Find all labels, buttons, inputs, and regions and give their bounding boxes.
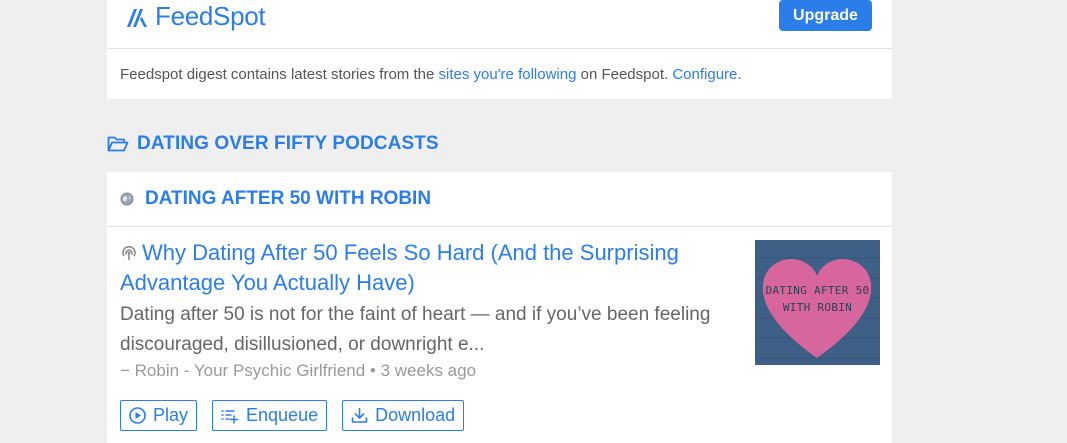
play-circle-icon	[129, 407, 146, 424]
folder-open-icon	[107, 136, 129, 152]
feed-title-row[interactable]: DATING AFTER 50 WITH ROBIN	[107, 172, 892, 227]
upgrade-button[interactable]: Upgrade	[779, 0, 872, 31]
thumbnail-text: DATING AFTER 50 WITH ROBIN	[755, 282, 880, 316]
enqueue-button[interactable]: Enqueue	[212, 400, 328, 431]
digest-prefix: Feedspot digest contains latest stories …	[120, 65, 439, 83]
item-description: Dating after 50 is not for the faint of …	[120, 304, 711, 355]
play-label: Play	[153, 405, 189, 425]
thumbnail-text-line1: DATING AFTER 50	[765, 284, 870, 297]
download-button[interactable]: Download	[342, 400, 465, 431]
play-button[interactable]: Play	[120, 400, 198, 431]
playlist-add-icon	[221, 409, 239, 424]
folder-title: DATING OVER FIFTY PODCASTS	[137, 133, 439, 154]
feedspot-logo-icon	[127, 8, 147, 27]
brand-name: FeedSpot	[155, 1, 266, 31]
item-title: Why Dating After 50 Feels So Hard (And t…	[120, 240, 679, 295]
digest-suffix: .	[737, 65, 742, 83]
item-actions: Play Enqueue Download	[120, 400, 465, 431]
feed-card: DATING AFTER 50 WITH ROBIN Why Dating Af…	[107, 172, 892, 443]
configure-link[interactable]: Configure	[672, 66, 737, 83]
main-column: FeedSpot Upgrade Feedspot digest contain…	[107, 0, 892, 443]
download-label: Download	[375, 405, 456, 425]
top-card: FeedSpot Upgrade Feedspot digest contain…	[107, 0, 892, 99]
digest-info: Feedspot digest contains latest stories …	[107, 49, 892, 99]
download-icon	[351, 407, 368, 423]
enqueue-label: Enqueue	[246, 405, 319, 425]
item-thumbnail[interactable]: DATING AFTER 50 WITH ROBIN	[755, 240, 880, 365]
item-meta: − Robin - Your Psychic Girlfriend • 3 we…	[120, 361, 477, 380]
sites-following-link[interactable]: sites you're following	[439, 66, 577, 83]
digest-middle: on Feedspot.	[576, 65, 673, 83]
podcast-icon	[122, 245, 136, 260]
thumbnail-text-line2: WITH ROBIN	[782, 301, 853, 314]
globe-icon	[120, 192, 134, 206]
feed-title: DATING AFTER 50 WITH ROBIN	[145, 188, 432, 209]
folder-heading[interactable]: DATING OVER FIFTY PODCASTS	[107, 128, 439, 160]
header: FeedSpot Upgrade	[107, 0, 892, 49]
item-title-link[interactable]: Why Dating After 50 Feels So Hard (And t…	[120, 238, 730, 298]
feedspot-logo[interactable]: FeedSpot	[125, 1, 266, 32]
